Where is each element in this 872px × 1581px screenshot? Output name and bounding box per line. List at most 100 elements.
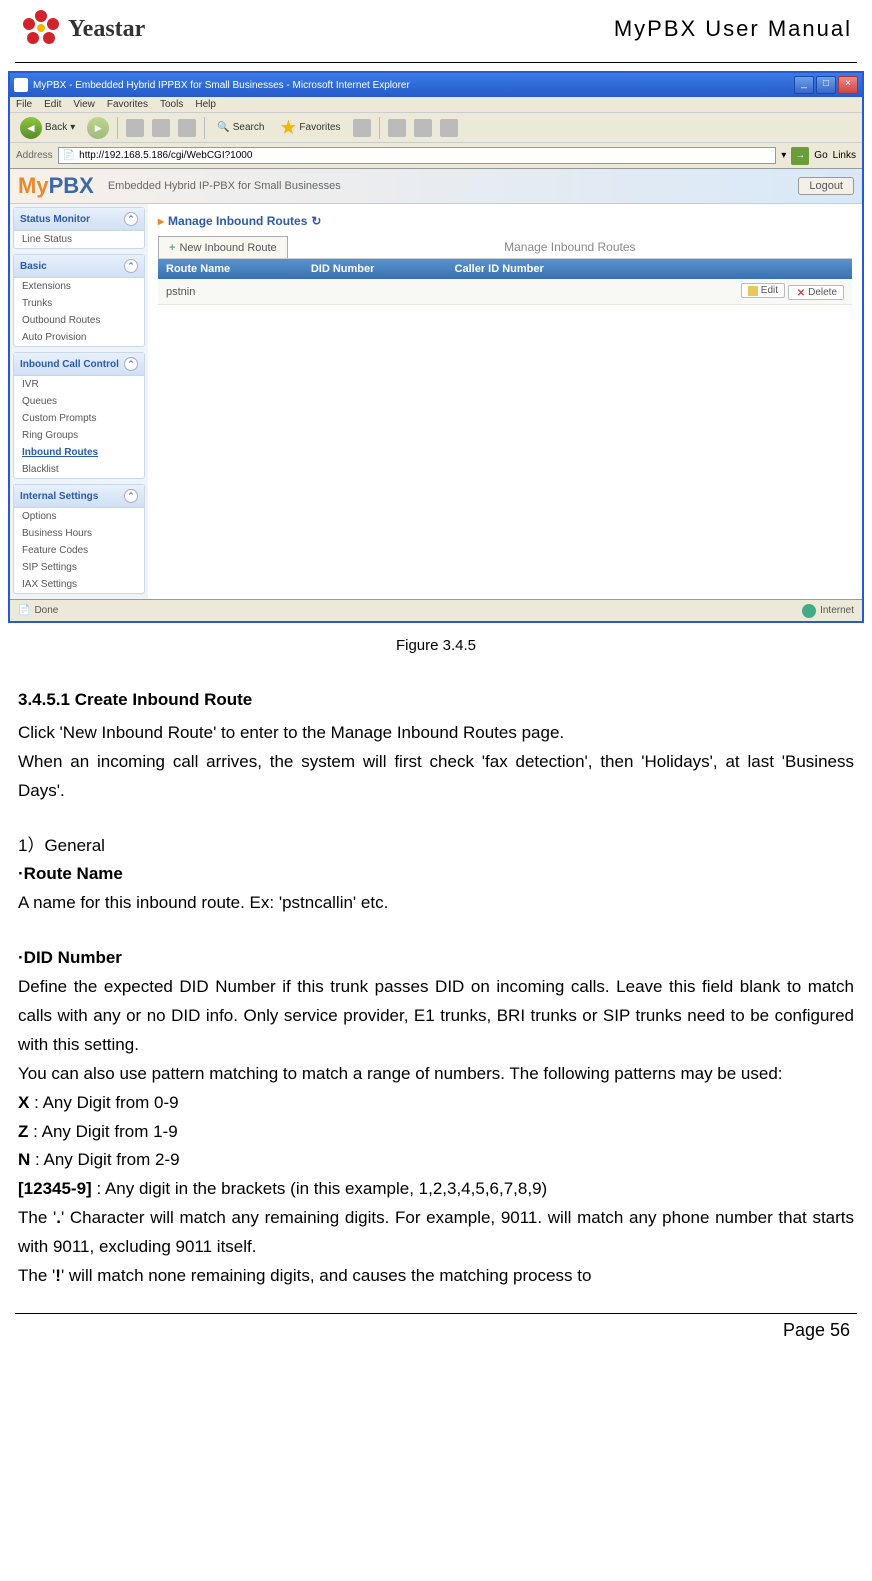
menu-tools[interactable]: Tools — [160, 99, 183, 110]
maximize-button[interactable]: □ — [816, 76, 836, 94]
header-rule — [15, 62, 857, 63]
sidebar-item-outbound[interactable]: Outbound Routes — [14, 312, 144, 329]
tab-row: + New Inbound Route Manage Inbound Route… — [158, 236, 852, 259]
history-icon[interactable] — [353, 119, 371, 137]
edit-button[interactable]: Edit — [741, 283, 785, 298]
collapse-icon[interactable]: ⌃ — [124, 212, 138, 226]
delete-label: Delete — [808, 287, 837, 298]
menu-edit[interactable]: Edit — [44, 99, 61, 110]
body-text: The '!' will match none remaining digits… — [18, 1262, 854, 1291]
menu-file[interactable]: File — [16, 99, 32, 110]
search-button[interactable]: 🔍Search — [213, 120, 268, 135]
go-button[interactable]: → — [791, 147, 809, 165]
favorites-button[interactable]: Favorites — [276, 118, 344, 138]
field-heading: ·Route Name — [18, 860, 854, 889]
links-label[interactable]: Links — [833, 150, 856, 161]
pencil-icon — [748, 286, 758, 296]
refresh-icon[interactable] — [152, 119, 170, 137]
mail-icon[interactable] — [388, 119, 406, 137]
close-button[interactable]: × — [838, 76, 858, 94]
sidebar-item-linestatus[interactable]: Line Status — [14, 231, 144, 248]
group-title: Inbound Call Control — [20, 359, 119, 370]
sidebar-item-featurecodes[interactable]: Feature Codes — [14, 542, 144, 559]
inline-text: The ' — [18, 1266, 55, 1285]
refresh-icon[interactable]: ↻ — [311, 214, 321, 228]
sidebar-item-blacklist[interactable]: Blacklist — [14, 461, 144, 478]
edit-label: Edit — [761, 285, 778, 296]
page-icon: 📄 — [63, 150, 75, 161]
minimize-button[interactable]: _ — [794, 76, 814, 94]
home-icon[interactable] — [178, 119, 196, 137]
inline-text: : Any digit in the brackets (in this exa… — [92, 1179, 547, 1198]
sidebar-item-trunks[interactable]: Trunks — [14, 295, 144, 312]
breadcrumb: ▸ Manage Inbound Routes ↻ — [158, 210, 852, 232]
done-icon: 📄 — [18, 605, 30, 616]
star-icon — [280, 120, 296, 136]
new-route-label: New Inbound Route — [179, 242, 276, 254]
sidebar-item-extensions[interactable]: Extensions — [14, 278, 144, 295]
menu-favorites[interactable]: Favorites — [107, 99, 148, 110]
sidebar-item-autoprovision[interactable]: Auto Provision — [14, 329, 144, 346]
arrow-icon: ▸ — [158, 214, 164, 228]
doc-header: Yeastar MyPBX User Manual — [0, 0, 872, 62]
figure-caption: Figure 3.4.5 — [0, 637, 872, 654]
address-dropdown-icon[interactable]: ▾ — [781, 150, 786, 161]
bold-text: ·Route Name — [18, 864, 123, 883]
sidebar-item-options[interactable]: Options — [14, 508, 144, 525]
print-icon[interactable] — [414, 119, 432, 137]
menu-help[interactable]: Help — [195, 99, 216, 110]
cell-actions: Edit ✕Delete — [637, 279, 852, 305]
tagline: Embedded Hybrid IP-PBX for Small Busines… — [108, 180, 341, 192]
window-titlebar: MyPBX - Embedded Hybrid IPPBX for Small … — [10, 73, 862, 97]
window-controls: _ □ × — [794, 76, 858, 94]
sidebar-item-iax[interactable]: IAX Settings — [14, 576, 144, 593]
menu-view[interactable]: View — [73, 99, 95, 110]
forward-button[interactable]: ► — [87, 117, 109, 139]
go-label: Go — [814, 150, 827, 161]
body-text: 1）General — [18, 832, 854, 861]
delete-button[interactable]: ✕Delete — [788, 285, 844, 300]
bold-text: ·DID Number — [18, 948, 122, 967]
sidebar-item-prompts[interactable]: Custom Prompts — [14, 410, 144, 427]
sidebar-item-ivr[interactable]: IVR — [14, 376, 144, 393]
separator-icon — [379, 117, 380, 139]
col-actions — [637, 259, 852, 279]
field-heading: ·DID Number — [18, 944, 854, 973]
col-route-name: Route Name — [158, 259, 303, 279]
logout-button[interactable]: Logout — [798, 177, 854, 195]
collapse-icon[interactable]: ⌃ — [124, 489, 138, 503]
collapse-icon[interactable]: ⌃ — [124, 259, 138, 273]
address-input[interactable]: 📄 http://192.168.5.186/cgi/WebCGI?1000 — [58, 147, 777, 164]
new-inbound-route-button[interactable]: + New Inbound Route — [158, 236, 288, 258]
logo-text: Yeastar — [68, 16, 145, 43]
tab-title: Manage Inbound Routes — [288, 236, 852, 258]
stop-icon[interactable] — [126, 119, 144, 137]
col-caller-id: Caller ID Number — [447, 259, 637, 279]
edit-icon[interactable] — [440, 119, 458, 137]
search-icon: 🔍 — [217, 122, 229, 133]
inline-text: : Any Digit from 0-9 — [29, 1093, 178, 1112]
group-title: Basic — [20, 261, 47, 272]
sidebar-item-ringgroups[interactable]: Ring Groups — [14, 427, 144, 444]
separator-icon — [117, 117, 118, 139]
body-text: Define the expected DID Number if this t… — [18, 973, 854, 1060]
menu-bar: File Edit View Favorites Tools Help — [10, 97, 862, 113]
body-text: A name for this inbound route. Ex: 'pstn… — [18, 889, 854, 918]
sidebar-item-queues[interactable]: Queues — [14, 393, 144, 410]
back-label: Back — [45, 122, 67, 133]
table-row: pstnin Edit ✕Delete — [158, 279, 852, 305]
sidebar-item-sip[interactable]: SIP Settings — [14, 559, 144, 576]
toolbar: ◄Back ▾ ► 🔍Search Favorites — [10, 113, 862, 143]
body-text: The '.' Character will match any remaini… — [18, 1204, 854, 1262]
cell-route-name: pstnin — [158, 279, 303, 305]
back-button[interactable]: ◄Back ▾ — [16, 115, 79, 141]
page-number: Page 56 — [0, 1320, 872, 1357]
address-label: Address — [16, 150, 53, 161]
sidebar-item-businesshours[interactable]: Business Hours — [14, 525, 144, 542]
inline-text: : Any Digit from 1-9 — [28, 1122, 177, 1141]
sidebar-item-inboundroutes[interactable]: Inbound Routes — [14, 444, 144, 461]
plus-icon: + — [169, 242, 175, 254]
delete-icon: ✕ — [795, 288, 805, 298]
body-text: Z : Any Digit from 1-9 — [18, 1118, 854, 1147]
collapse-icon[interactable]: ⌃ — [124, 357, 138, 371]
